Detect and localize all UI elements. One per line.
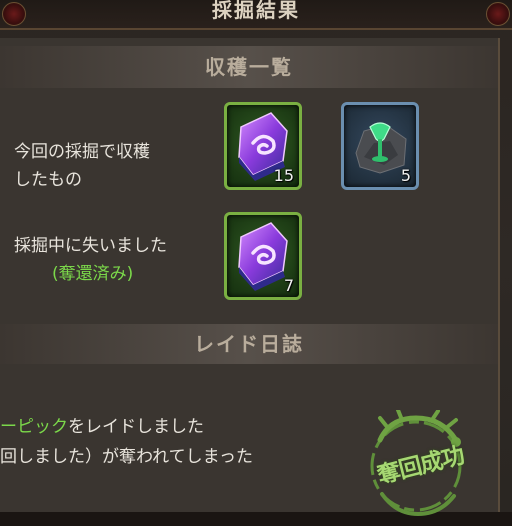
- harvested-label-line2: したもの: [14, 170, 82, 190]
- raid-log-line-1-rest: をレイドしました: [68, 417, 204, 437]
- title-bar: 採掘結果: [0, 0, 512, 30]
- result-panel: 収穫一覧 今回の採掘で収穫 したもの 15 5 採掘中に失いました (奪還済み)…: [0, 38, 500, 517]
- lost-note: (奪還済み): [52, 264, 134, 284]
- lost-label: 採掘中に失いました (奪還済み): [14, 232, 167, 288]
- raid-log-line-1: ーピックをレイドしました: [0, 412, 204, 437]
- ornament-right-icon: [486, 2, 510, 26]
- recapture-success-stamp: 奪回成功: [358, 408, 474, 522]
- result-window: 採掘結果 収穫一覧 今回の採掘で収穫 したもの 15 5 採掘中に失いました (…: [0, 0, 512, 517]
- raid-target-name: ーピック: [0, 417, 68, 437]
- harvest-section-header: 収穫一覧: [0, 46, 498, 88]
- harvested-label: 今回の採掘で収穫 したもの: [14, 138, 150, 194]
- lost-label-text: 採掘中に失いました: [14, 236, 167, 256]
- window-title: 採掘結果: [212, 0, 300, 22]
- item-count: 7: [283, 276, 294, 295]
- harvested-label-line1: 今回の採掘で収穫: [14, 142, 150, 162]
- harvested-item-purple-crystal[interactable]: 15: [224, 102, 302, 190]
- raid-log-line-2: 回しました）が奪われてしまった: [0, 447, 253, 467]
- item-count: 15: [273, 166, 294, 185]
- item-count: 5: [400, 166, 411, 185]
- raid-log-section-header: レイド日誌: [0, 324, 498, 364]
- lost-item-purple-crystal[interactable]: 7: [224, 212, 302, 300]
- harvested-item-green-ore[interactable]: 5: [341, 102, 419, 190]
